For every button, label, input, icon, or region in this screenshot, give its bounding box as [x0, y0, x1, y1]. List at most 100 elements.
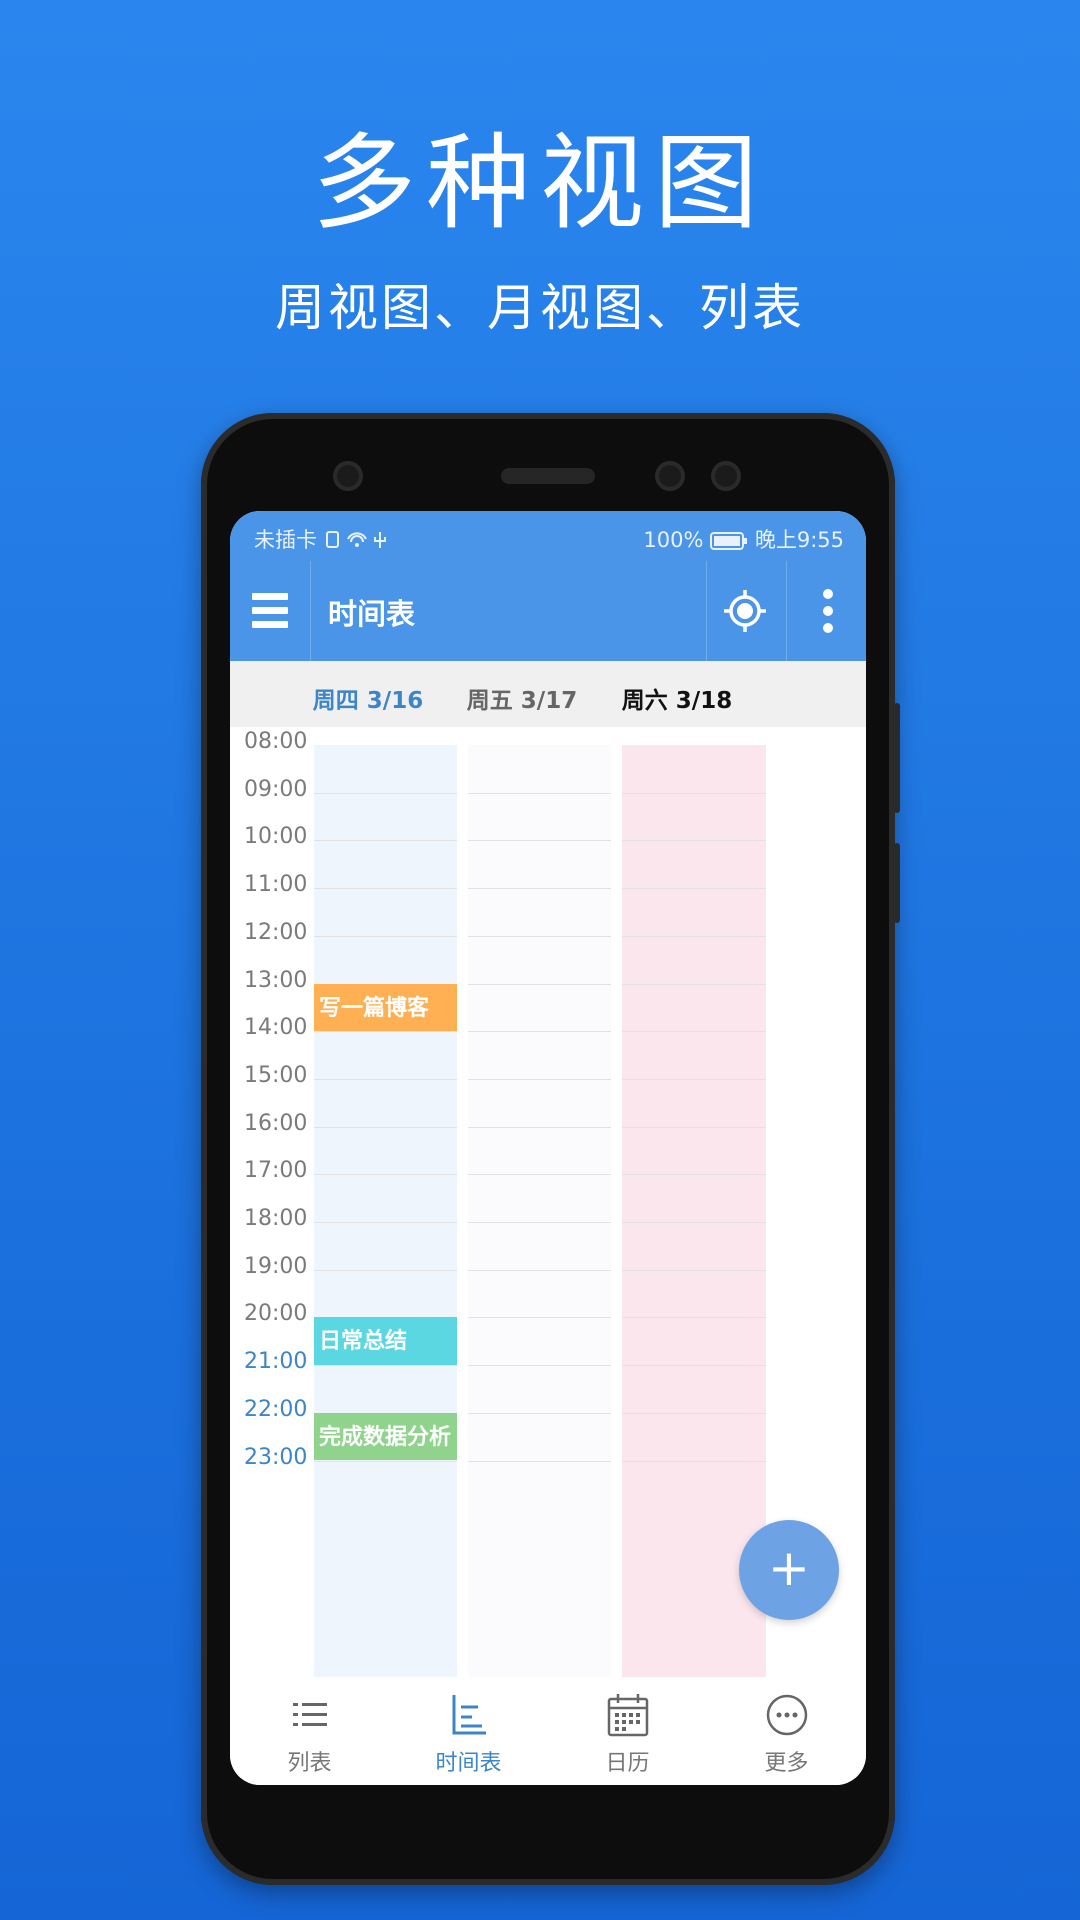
hour-label: 21:00 [244, 1349, 308, 1375]
nav-item-label: 列表 [287, 1751, 332, 1776]
hour-gridline [468, 1365, 611, 1367]
sensor-dot [655, 461, 685, 491]
hour-gridline [314, 1269, 457, 1271]
carrier-status: 未插卡 [254, 524, 394, 554]
phone-frame: 未插卡 100% 晚上9:55 时间表 周四 3/16 周五 3/17 周六 3… [201, 413, 900, 1885]
hour-gridline [622, 1222, 766, 1223]
timeline-icon [448, 1691, 490, 1739]
more-options-button[interactable] [786, 561, 866, 661]
hour-gridline [314, 1365, 457, 1367]
page-title: 时间表 [328, 597, 416, 631]
crosshair-locate-icon [724, 590, 766, 632]
hour-gridline [468, 1174, 611, 1176]
battery-time-status: 100% 晚上9:55 [643, 524, 844, 554]
day-column-1[interactable] [314, 745, 457, 1677]
hour-label: 20:00 [244, 1301, 308, 1327]
hour-gridline [468, 1269, 611, 1271]
menu-button[interactable] [230, 561, 310, 661]
hour-gridline [468, 1460, 611, 1462]
locate-today-button[interactable] [706, 561, 784, 661]
bottom-navigation: 列表 时间表 日历 更多 [230, 1677, 866, 1785]
nav-item-label: 更多 [764, 1751, 809, 1776]
hour-label: 22:00 [244, 1396, 308, 1422]
hour-gridline [622, 935, 766, 937]
hour-gridline [468, 983, 611, 985]
hour-label: 16:00 [244, 1110, 308, 1136]
hour-gridline [314, 1126, 457, 1128]
event-block[interactable]: 写一篇博客 [314, 983, 457, 1032]
hour-label: 09:00 [244, 776, 308, 802]
hour-gridline [468, 792, 611, 794]
hour-gridline [468, 840, 611, 842]
hour-gridline [314, 1222, 457, 1223]
promo-title: 多种视图 [311, 122, 768, 244]
hour-label: 19:00 [244, 1253, 308, 1279]
event-block[interactable]: 日常总结 [314, 1317, 457, 1366]
hour-gridline [468, 1031, 611, 1033]
hour-gridline [622, 792, 766, 794]
hour-gridline [622, 888, 766, 890]
more-vertical-icon [823, 589, 833, 599]
day-header-row: 周四 3/16 周五 3/17 周六 3/18 [230, 661, 866, 727]
battery-icon [710, 532, 748, 550]
app-bar: 时间表 [230, 561, 866, 661]
day-column-3[interactable] [622, 745, 766, 1677]
hour-gridline [468, 1412, 611, 1414]
hour-gridline [622, 1412, 766, 1414]
battery-percent: 100% [643, 528, 704, 552]
hour-gridline [622, 1031, 766, 1033]
hour-label: 11:00 [244, 872, 308, 898]
front-camera [333, 461, 363, 491]
power-button [894, 843, 900, 923]
hour-gridline [622, 1317, 766, 1319]
nav-item-2[interactable]: 时间表 [389, 1677, 548, 1785]
more-vertical-icon-dot [823, 623, 833, 633]
calendar-icon [607, 1691, 649, 1739]
hour-gridline [314, 1174, 457, 1176]
hour-gridline [468, 888, 611, 890]
hamburger-menu-icon-bar [252, 621, 288, 628]
nav-item-label: 日历 [605, 1751, 650, 1776]
hour-gridline [622, 1078, 766, 1080]
nav-item-label: 时间表 [435, 1751, 502, 1776]
hour-gridline [314, 935, 457, 937]
hour-label: 08:00 [244, 729, 308, 754]
nav-item-1[interactable]: 列表 [230, 1677, 389, 1785]
hour-gridline [314, 792, 457, 794]
add-event-button[interactable]: + [739, 1520, 839, 1620]
hour-gridline [314, 888, 457, 890]
app-screen: 未插卡 100% 晚上9:55 时间表 周四 3/16 周五 3/17 周六 3… [230, 511, 866, 1785]
hamburger-menu-icon [252, 593, 288, 600]
day-header-1[interactable]: 周四 3/16 [288, 681, 448, 715]
nav-item-4[interactable]: 更多 [707, 1677, 866, 1785]
hour-label: 17:00 [244, 1158, 308, 1184]
hour-label: 15:00 [244, 1062, 308, 1088]
hour-gridline [468, 1317, 611, 1319]
hour-label: 14:00 [244, 1015, 308, 1041]
hour-gridline [622, 1126, 766, 1128]
carrier-text: 未插卡 [254, 528, 317, 552]
day-column-2[interactable] [468, 745, 611, 1677]
hour-label: 18:00 [244, 1206, 308, 1231]
hour-label: 12:00 [244, 919, 308, 945]
hour-gridline [622, 1174, 766, 1176]
earpiece-speaker [501, 468, 595, 484]
hour-label: 13:00 [244, 967, 308, 993]
hour-gridline [314, 1031, 457, 1033]
hour-gridline [468, 935, 611, 937]
day-header-3[interactable]: 周六 3/18 [597, 681, 757, 715]
hour-gridline [622, 840, 766, 842]
hour-gridline [468, 1126, 611, 1128]
more-vertical-icon-dot [823, 606, 833, 616]
hour-gridline [314, 1460, 457, 1462]
hour-gridline [622, 1460, 766, 1462]
nav-item-3[interactable]: 日历 [548, 1677, 707, 1785]
hour-gridline [468, 1078, 611, 1080]
hour-label: 23:00 [244, 1444, 308, 1470]
hour-gridline [314, 1078, 457, 1080]
sensor-dot [711, 461, 741, 491]
event-block[interactable]: 完成数据分析 [314, 1412, 457, 1461]
day-header-2[interactable]: 周五 3/17 [442, 681, 602, 715]
sim-wifi-usb-icon [325, 531, 386, 548]
list-icon [289, 1691, 331, 1739]
